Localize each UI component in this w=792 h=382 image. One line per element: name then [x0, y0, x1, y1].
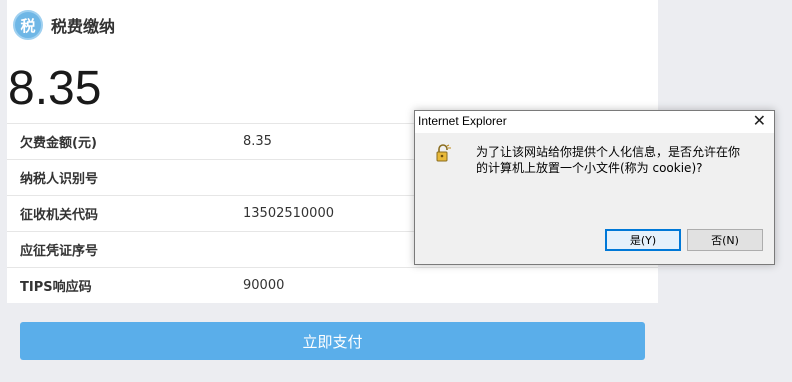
dialog-body: 为了让该网站给你提供个人化信息，是否允许在你的计算机上放置一个小文件(称为 co… [415, 133, 774, 264]
logo-char: 税 [20, 16, 36, 35]
dialog-titlebar: Internet Explorer ✕ [415, 111, 774, 133]
pay-now-button[interactable]: 立即支付 [20, 322, 645, 360]
privacy-lock-icon [436, 144, 451, 162]
row-label: 纳税人识别号 [20, 172, 99, 187]
row-label: TIPS响应码 [20, 280, 92, 295]
tax-logo-icon: 税 [13, 10, 43, 40]
row-value: 8.35 [243, 134, 272, 149]
dialog-title: Internet Explorer [418, 114, 507, 128]
table-row: TIPS响应码 90000 [7, 267, 658, 303]
dialog-message: 为了让该网站给你提供个人化信息，是否允许在你的计算机上放置一个小文件(称为 co… [476, 145, 741, 175]
cookie-dialog: Internet Explorer ✕ 为了让该网站给你提供个人化信息，是否允许… [414, 110, 775, 265]
page-title: 税费缴纳 [51, 17, 116, 36]
row-value: 13502510000 [243, 206, 334, 221]
amount-display: 8.35 [8, 62, 102, 115]
yes-button[interactable]: 是(Y) [605, 229, 681, 251]
row-label: 应征凭证序号 [20, 244, 99, 259]
row-label: 欠费金额(元) [20, 136, 97, 151]
page-header: 税 税费缴纳 [13, 9, 115, 41]
no-button[interactable]: 否(N) [687, 229, 763, 251]
row-value: 90000 [243, 278, 285, 293]
row-label: 征收机关代码 [20, 208, 99, 223]
close-icon[interactable]: ✕ [753, 112, 766, 130]
